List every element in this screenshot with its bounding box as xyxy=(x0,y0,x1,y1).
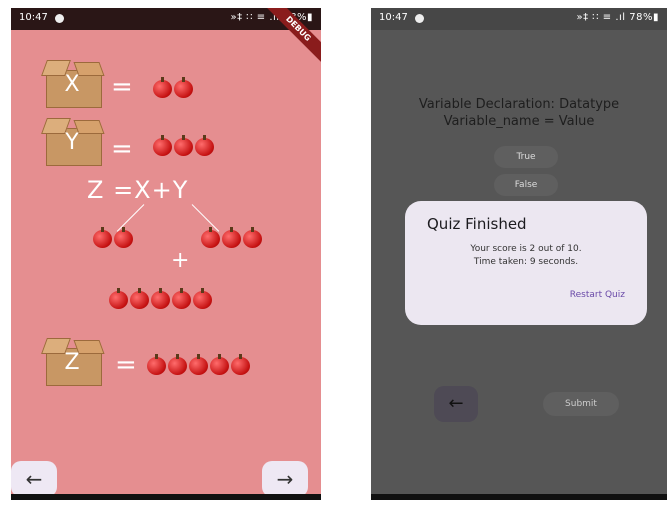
false-option-button[interactable]: False xyxy=(494,174,558,196)
apple-icon xyxy=(151,288,170,309)
submit-button[interactable]: Submit xyxy=(543,392,619,416)
apples-sum-right xyxy=(201,227,264,250)
box-x-icon: X xyxy=(41,60,105,108)
apple-icon xyxy=(168,354,187,375)
arrow-left-icon xyxy=(116,204,145,232)
apples-x xyxy=(153,77,195,100)
variable-x-label: X xyxy=(64,72,80,97)
equals-sign: = xyxy=(111,72,133,102)
plus-sign: + xyxy=(171,248,190,273)
apple-icon xyxy=(189,354,208,375)
left-phone-screen: 10:47 »‡ ∷ ≡ .ıl 78%▮ DEBUG X = Y = Z =X… xyxy=(11,8,321,500)
apple-icon xyxy=(243,227,262,248)
equals-sign: = xyxy=(115,350,137,380)
score-text: Your score is 2 out of 10. xyxy=(470,244,582,254)
apple-icon xyxy=(147,354,166,375)
apple-icon xyxy=(201,227,220,248)
dialog-content: Your score is 2 out of 10. Time taken: 9… xyxy=(405,243,647,269)
true-option-button[interactable]: True xyxy=(494,146,558,168)
notification-icon xyxy=(55,14,64,23)
restart-quiz-button[interactable]: Restart Quiz xyxy=(570,290,625,300)
nav-bar xyxy=(371,494,667,500)
back-button[interactable]: ← xyxy=(434,386,478,422)
quiz-finished-dialog: Quiz Finished Your score is 2 out of 10.… xyxy=(405,201,647,325)
question-line-2: Variable_name = Value xyxy=(443,114,595,129)
box-z-icon: Z xyxy=(41,338,105,386)
apple-icon xyxy=(174,135,193,156)
question-text: Variable Declaration: Datatype Variable_… xyxy=(371,96,667,130)
status-icons: »‡ ∷ ≡ .ıl 78%▮ xyxy=(576,12,659,23)
status-time: 10:47 xyxy=(379,12,408,23)
apple-icon xyxy=(109,288,128,309)
apple-icon xyxy=(210,354,229,375)
apples-sum-total xyxy=(109,288,214,311)
formula-text: Z =X+Y xyxy=(87,176,189,204)
right-phone-screen: 10:47 »‡ ∷ ≡ .ıl 78%▮ Variable Declarati… xyxy=(371,8,667,500)
equals-sign: = xyxy=(111,134,133,164)
apples-z xyxy=(147,354,252,377)
apple-icon xyxy=(93,227,112,248)
apple-icon xyxy=(195,135,214,156)
apple-icon xyxy=(174,77,193,98)
notification-icon xyxy=(415,14,424,23)
apple-icon xyxy=(114,227,133,248)
apple-icon xyxy=(231,354,250,375)
variable-y-label: Y xyxy=(65,130,79,155)
apple-icon xyxy=(193,288,212,309)
nav-bar xyxy=(11,494,321,500)
status-time: 10:47 xyxy=(19,12,48,23)
apple-icon xyxy=(130,288,149,309)
variable-z-label: Z xyxy=(64,350,80,375)
question-line-1: Variable Declaration: Datatype xyxy=(418,97,620,112)
box-y-icon: Y xyxy=(41,118,105,166)
dialog-title: Quiz Finished xyxy=(427,215,527,233)
back-button[interactable]: ← xyxy=(11,461,57,497)
apples-sum-left xyxy=(93,227,135,250)
apple-icon xyxy=(222,227,241,248)
apple-icon xyxy=(153,77,172,98)
status-bar: 10:47 »‡ ∷ ≡ .ıl 78%▮ xyxy=(371,8,667,30)
arrow-right-icon xyxy=(191,204,220,232)
apples-y xyxy=(153,135,216,158)
time-text: Time taken: 9 seconds. xyxy=(473,257,579,267)
forward-button[interactable]: → xyxy=(262,461,308,497)
apple-icon xyxy=(172,288,191,309)
apple-icon xyxy=(153,135,172,156)
